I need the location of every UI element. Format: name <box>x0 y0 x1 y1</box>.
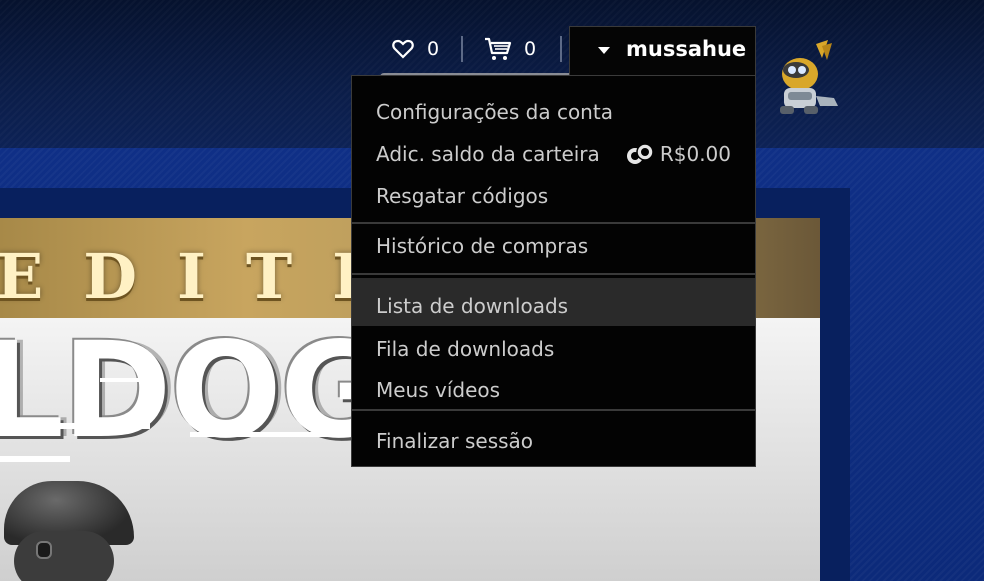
menu-item-label: Finalizar sessão <box>376 429 534 453</box>
wishlist-link[interactable]: 0 <box>392 36 439 62</box>
cart-count: 0 <box>524 38 537 60</box>
menu-item-purchase-history[interactable]: Histórico de compras <box>352 226 755 266</box>
glitch-bar <box>100 378 160 382</box>
nav-separator <box>461 36 463 62</box>
menu-item-my-videos[interactable]: Meus vídeos <box>352 370 755 410</box>
nav-separator <box>560 36 562 62</box>
menu-item-label: Fila de downloads <box>376 337 555 361</box>
menu-divider <box>352 222 755 224</box>
menu-divider <box>352 273 755 275</box>
menu-item-download-queue[interactable]: Fila de downloads <box>352 329 755 369</box>
menu-divider <box>352 409 755 411</box>
cart-icon <box>485 37 512 60</box>
menu-item-label: Configurações da conta <box>376 100 613 124</box>
menu-item-label: Resgatar códigos <box>376 184 549 208</box>
character-earring <box>36 541 52 559</box>
hero-edition-text: EDITI <box>0 240 402 313</box>
menu-item-label: Adic. saldo da carteira <box>376 142 600 166</box>
character-face <box>14 531 114 581</box>
menu-item-account-settings[interactable]: Configurações da conta <box>352 92 755 132</box>
coin-icon <box>627 143 654 164</box>
menu-item-redeem-codes[interactable]: Resgatar códigos <box>352 176 755 216</box>
menu-item-label: Histórico de compras <box>376 234 589 258</box>
glitch-bar <box>0 456 70 462</box>
heart-icon <box>392 39 414 59</box>
user-avatar[interactable] <box>772 40 842 116</box>
hero-game-title: LDOG <box>0 314 388 468</box>
account-dropdown-toggle[interactable]: mussahue <box>569 26 756 75</box>
menu-item-add-wallet-funds[interactable]: Adic. saldo da carteira R$0.00 <box>352 134 755 174</box>
glitch-bar <box>60 423 150 429</box>
caret-down-icon <box>598 47 610 54</box>
wallet-balance: R$0.00 <box>659 142 731 166</box>
menu-item-label: Meus vídeos <box>376 378 501 402</box>
account-dropdown-menu: Configurações da conta Adic. saldo da ca… <box>351 75 756 467</box>
wishlist-count: 0 <box>427 38 440 60</box>
menu-item-sign-out[interactable]: Finalizar sessão <box>352 421 755 461</box>
menu-item-label: Lista de downloads <box>376 294 569 318</box>
menu-item-download-list[interactable]: Lista de downloads <box>352 278 755 326</box>
glitch-bar <box>190 432 330 437</box>
username: mussahue <box>626 37 747 61</box>
cart-link[interactable]: 0 <box>484 36 536 62</box>
character-head <box>0 481 140 581</box>
